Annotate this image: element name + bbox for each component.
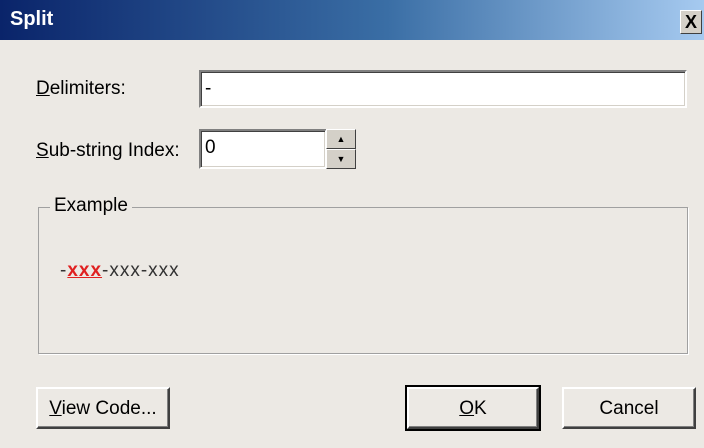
delimiters-label: Delimiters: (36, 78, 126, 99)
example-group-label: Example (50, 195, 132, 217)
substring-index-label: Sub-string Index: (36, 140, 180, 161)
example-rest: -xxx-xxx (102, 260, 180, 281)
substring-index-input[interactable]: 0 (199, 129, 327, 169)
arrow-up-icon: ▲ (336, 134, 346, 144)
window-title: Split (10, 8, 54, 30)
view-code-button[interactable]: View Code... (36, 387, 170, 429)
arrow-down-icon: ▼ (336, 154, 346, 164)
close-button[interactable]: X (680, 10, 702, 34)
title-bar: Split X (0, 0, 704, 40)
spin-down-button[interactable]: ▼ (326, 149, 356, 169)
close-icon: X (684, 12, 697, 32)
example-text: -xxx-xxx-xxx (60, 260, 180, 282)
cancel-button[interactable]: Cancel (562, 387, 696, 429)
spin-up-button[interactable]: ▲ (326, 129, 356, 149)
substring-index-spinner: ▲ ▼ (326, 129, 356, 169)
delimiters-input[interactable]: - (199, 70, 687, 108)
example-highlight: xxx (67, 260, 103, 281)
delimiters-value: - (205, 78, 212, 99)
substring-index-value: 0 (205, 137, 216, 158)
ok-button[interactable]: OK (405, 385, 541, 431)
